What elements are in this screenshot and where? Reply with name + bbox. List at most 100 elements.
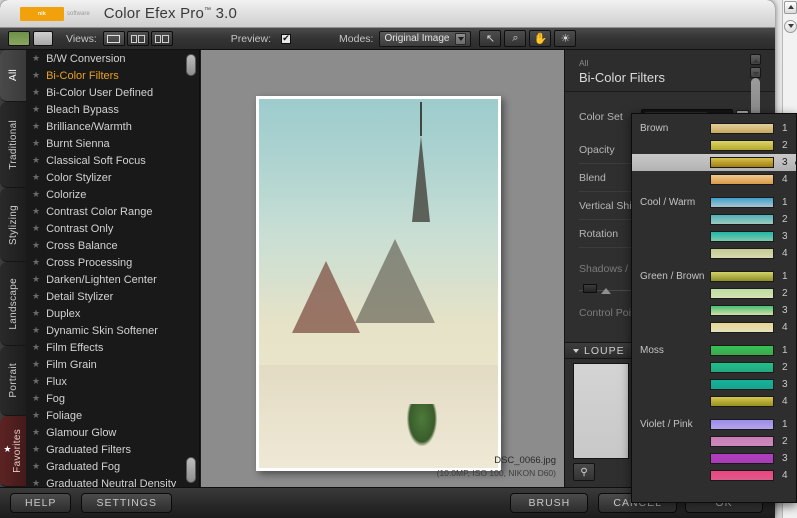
panel-scroll-down-button[interactable] bbox=[750, 67, 761, 78]
filter-list-item[interactable]: ★ Glamour Glow bbox=[26, 424, 199, 441]
zoom-tool-icon[interactable]: ⌕ bbox=[504, 30, 527, 47]
filter-list-scrollbar[interactable] bbox=[186, 54, 196, 483]
filter-list-item[interactable]: ★ Cross Processing bbox=[26, 254, 199, 271]
category-tab-landscape[interactable]: Landscape bbox=[0, 262, 26, 346]
scroll-thumb-top[interactable] bbox=[186, 54, 196, 76]
favorite-star-icon[interactable]: ★ bbox=[32, 240, 40, 251]
filter-list-item[interactable]: ★ Bi-Color Filters bbox=[26, 67, 199, 84]
filter-list-item[interactable]: ★ Flux bbox=[26, 373, 199, 390]
favorite-star-icon[interactable]: ★ bbox=[32, 172, 40, 183]
dropdown-option[interactable]: 3 bbox=[632, 376, 796, 393]
dropdown-option[interactable]: 3 bbox=[632, 154, 796, 171]
dropdown-option[interactable]: 4 bbox=[632, 171, 796, 188]
filter-list-item[interactable]: ★ Cross Balance bbox=[26, 237, 199, 254]
category-tab-stylizing[interactable]: Stylizing bbox=[0, 188, 26, 262]
preview-checkbox[interactable]: ✔ bbox=[281, 33, 292, 44]
filter-list-item[interactable]: ★ Film Grain bbox=[26, 356, 199, 373]
filter-list-item[interactable]: ★ Brilliance/Warmth bbox=[26, 118, 199, 135]
favorite-star-icon[interactable]: ★ bbox=[32, 138, 40, 149]
dropdown-option[interactable]: 2 bbox=[632, 211, 796, 228]
dropdown-option[interactable]: Green / Brown 1 bbox=[632, 268, 796, 285]
category-tab-portrait[interactable]: Portrait bbox=[0, 346, 26, 416]
dropdown-option[interactable]: Moss 1 bbox=[632, 342, 796, 359]
panel-scroll-up-button[interactable] bbox=[750, 54, 761, 65]
scroll-thumb-bottom[interactable] bbox=[186, 457, 196, 483]
filter-list-item[interactable]: ★ Detail Stylizer bbox=[26, 288, 199, 305]
favorite-star-icon[interactable]: ★ bbox=[32, 206, 40, 217]
filter-list-item[interactable]: ★ Contrast Only bbox=[26, 220, 199, 237]
scroll-up-button[interactable] bbox=[784, 1, 797, 14]
filter-list-item[interactable]: ★ Film Effects bbox=[26, 339, 199, 356]
filter-list-item[interactable]: ★ Contrast Color Range bbox=[26, 203, 199, 220]
filter-list-item[interactable]: ★ Graduated Neutral Density bbox=[26, 475, 199, 488]
dropdown-option[interactable]: Cool / Warm 1 bbox=[632, 194, 796, 211]
favorite-star-icon[interactable]: ★ bbox=[32, 223, 40, 234]
filter-list-item[interactable]: ★ Colorize bbox=[26, 186, 199, 203]
favorite-star-icon[interactable]: ★ bbox=[32, 70, 40, 81]
filter-list-item[interactable]: ★ Bleach Bypass bbox=[26, 101, 199, 118]
favorite-star-icon[interactable]: ★ bbox=[32, 342, 40, 353]
filter-list-item[interactable]: ★ Bi-Color User Defined bbox=[26, 84, 199, 101]
dropdown-option[interactable]: 4 bbox=[632, 245, 796, 262]
favorite-star-icon[interactable]: ★ bbox=[32, 121, 40, 132]
slider-handle[interactable] bbox=[583, 284, 597, 293]
pan-hand-tool-icon[interactable]: ✋ bbox=[529, 30, 552, 47]
favorite-star-icon[interactable]: ★ bbox=[32, 189, 40, 200]
favorite-star-icon[interactable]: ★ bbox=[32, 155, 40, 166]
filter-list-item[interactable]: ★ Dynamic Skin Softener bbox=[26, 322, 199, 339]
favorite-star-icon[interactable]: ★ bbox=[32, 257, 40, 268]
favorite-star-icon[interactable]: ★ bbox=[32, 478, 40, 487]
favorite-star-icon[interactable]: ★ bbox=[32, 53, 40, 64]
dropdown-option[interactable]: 2 bbox=[632, 359, 796, 376]
favorite-star-icon[interactable]: ★ bbox=[32, 359, 40, 370]
modes-select[interactable]: Original Image bbox=[379, 30, 472, 47]
favorite-star-icon[interactable]: ★ bbox=[32, 393, 40, 404]
dropdown-option[interactable]: 2 bbox=[632, 137, 796, 154]
filter-list-item[interactable]: ★ Graduated Filters bbox=[26, 441, 199, 458]
side-by-side-icon[interactable] bbox=[150, 31, 173, 46]
favorite-star-icon[interactable]: ★ bbox=[32, 104, 40, 115]
filter-list-item[interactable]: ★ Duplex bbox=[26, 305, 199, 322]
filter-list-item[interactable]: ★ Classical Soft Focus bbox=[26, 152, 199, 169]
favorite-star-icon[interactable]: ★ bbox=[32, 291, 40, 302]
filter-list-item[interactable]: ★ Color Stylizer bbox=[26, 169, 199, 186]
dropdown-option[interactable]: 3 bbox=[632, 450, 796, 467]
dropdown-option[interactable]: 4 bbox=[632, 393, 796, 410]
filter-list-item[interactable]: ★ Darken/Lighten Center bbox=[26, 271, 199, 288]
filter-list-item[interactable]: ★ Burnt Sienna bbox=[26, 135, 199, 152]
color-set-dropdown-menu[interactable]: Brown 1 2 3 4 Cool / Warm 1 2 3 4 Green / Brown 1 2 3… bbox=[631, 113, 797, 503]
image-thumbnail-icon[interactable] bbox=[8, 31, 30, 46]
filter-list-item[interactable]: ★ Graduated Fog bbox=[26, 458, 199, 475]
favorite-star-icon[interactable]: ★ bbox=[32, 376, 40, 387]
favorite-star-icon[interactable]: ★ bbox=[32, 274, 40, 285]
filter-list[interactable]: ★ B/W Conversion ★ Bi-Color Filters ★ Bi-Colo… bbox=[26, 50, 200, 487]
dropdown-option[interactable]: 4 bbox=[632, 319, 796, 336]
settings-button[interactable]: SETTINGS bbox=[81, 493, 172, 513]
dropdown-option[interactable]: Violet / Pink 1 bbox=[632, 416, 796, 433]
help-button[interactable]: HELP bbox=[10, 493, 72, 513]
favorite-star-icon[interactable]: ★ bbox=[32, 325, 40, 336]
filter-list-item[interactable]: ★ B/W Conversion bbox=[26, 50, 199, 67]
scroll-marker-button[interactable] bbox=[784, 20, 797, 33]
favorite-star-icon[interactable]: ★ bbox=[32, 410, 40, 421]
dropdown-option[interactable]: 4 bbox=[632, 467, 796, 484]
category-tab-favorites[interactable]: ★ Favorites bbox=[0, 416, 26, 487]
dropdown-option[interactable]: 3 bbox=[632, 302, 796, 319]
single-pane-icon[interactable] bbox=[102, 31, 125, 46]
image-canvas[interactable]: DSC_0066.jpg (10.0MP, ISO 100, NIKON D60… bbox=[201, 50, 564, 487]
pin-icon[interactable]: ⚲ bbox=[573, 463, 595, 481]
pointer-tool-icon[interactable]: ↖ bbox=[479, 30, 502, 47]
filter-list-item[interactable]: ★ Foliage bbox=[26, 407, 199, 424]
dropdown-option[interactable]: Brown 1 bbox=[632, 120, 796, 137]
filter-list-item[interactable]: ★ Fog bbox=[26, 390, 199, 407]
dropdown-option[interactable]: 2 bbox=[632, 433, 796, 450]
category-tab-all[interactable]: All bbox=[0, 50, 26, 102]
favorite-star-icon[interactable]: ★ bbox=[32, 461, 40, 472]
dropdown-option[interactable]: 2 bbox=[632, 285, 796, 302]
favorite-star-icon[interactable]: ★ bbox=[32, 87, 40, 98]
category-tab-traditional[interactable]: Traditional bbox=[0, 102, 26, 188]
favorite-star-icon[interactable]: ★ bbox=[32, 308, 40, 319]
favorite-star-icon[interactable]: ★ bbox=[32, 427, 40, 438]
split-pane-icon[interactable] bbox=[126, 31, 149, 46]
brightness-tool-icon[interactable]: ☀ bbox=[554, 30, 577, 47]
